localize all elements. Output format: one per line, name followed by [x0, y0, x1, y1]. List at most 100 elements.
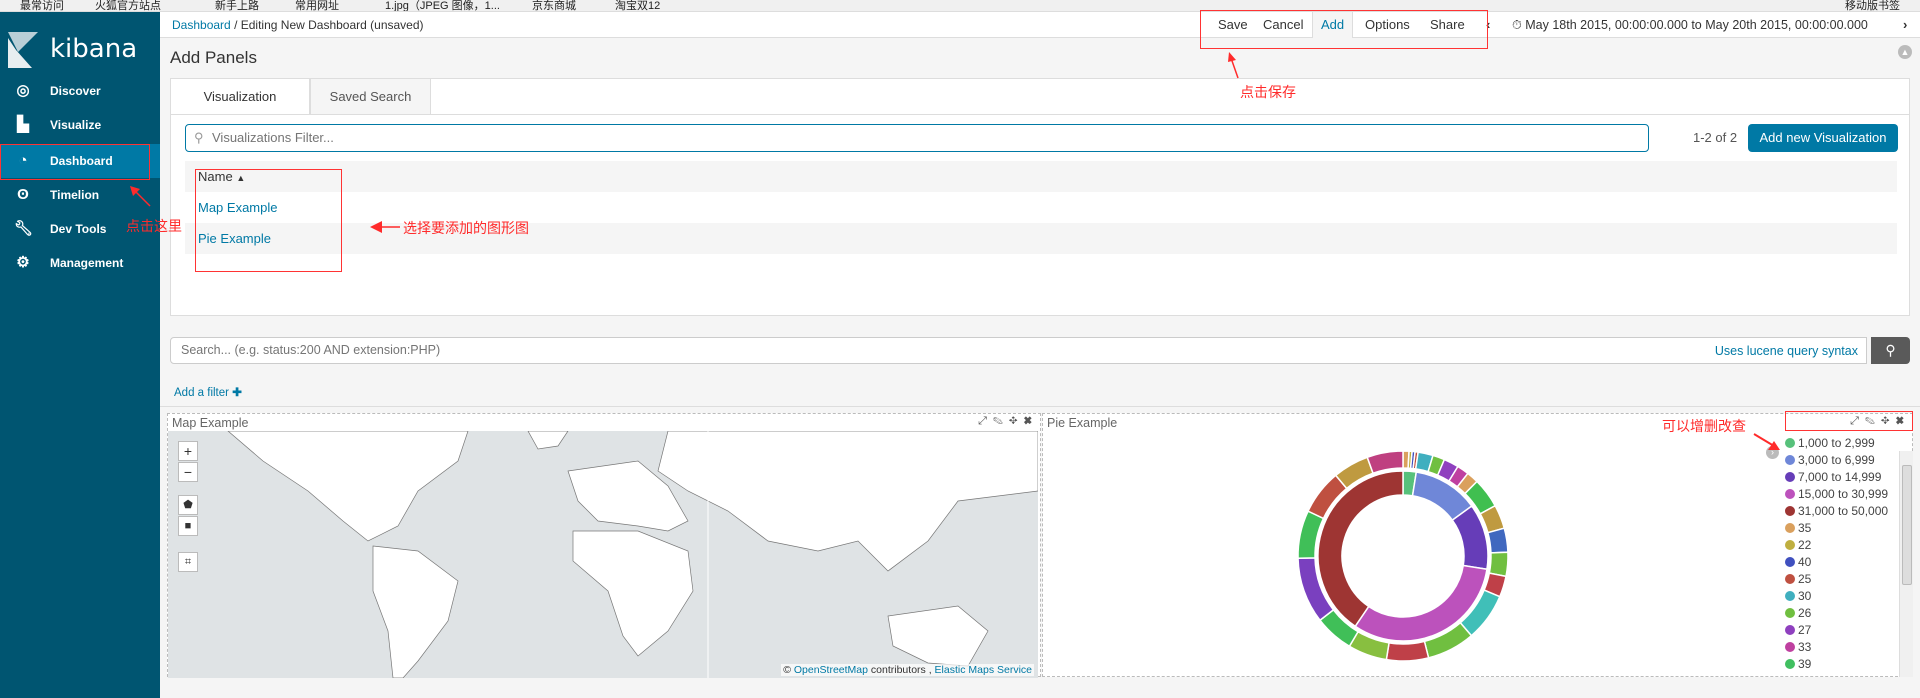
move-icon[interactable]: ✥ [1009, 415, 1024, 427]
result-count: 1-2 of 2 [1693, 130, 1738, 145]
annotation-box [1785, 411, 1913, 431]
draw-polygon-button[interactable]: ⬟ [178, 495, 198, 515]
add-filter-label: Add a filter [174, 387, 229, 399]
panel-title: Map Example [172, 416, 249, 430]
legend-label: 40 [1798, 555, 1812, 569]
annotation-arrow-icon [130, 186, 151, 207]
legend-item[interactable]: 7,000 to 14,999 [1785, 470, 1881, 487]
edit-icon[interactable]: ✎ [993, 415, 1009, 427]
compass-icon: ◎ [16, 82, 30, 99]
annotation-arrow-icon [1228, 52, 1239, 79]
bookmark[interactable]: 新手上路 [215, 0, 259, 11]
legend-item[interactable]: 39 [1785, 657, 1811, 674]
search-button[interactable]: ⚲ [1871, 337, 1910, 364]
breadcrumb-dashboard-link[interactable]: Dashboard [172, 18, 231, 32]
legend-item[interactable]: 35 [1785, 521, 1811, 538]
visualizations-filter[interactable]: ⚲ [185, 124, 1649, 152]
legend-item[interactable]: 3,000 to 6,999 [1785, 453, 1875, 470]
legend-item[interactable]: 31,000 to 50,000 [1785, 504, 1888, 521]
map-attribution: © OpenStreetMap contributors , Elastic M… [781, 664, 1034, 676]
save-hint: 点击保存 [1240, 84, 1296, 100]
legend-dot [1785, 574, 1795, 584]
bookmark[interactable]: 1.jpg（JPEG 图像，1... [385, 0, 500, 11]
annotation-box [0, 144, 150, 180]
legend-item[interactable]: 22 [1785, 538, 1811, 555]
legend-label: 33 [1798, 640, 1812, 654]
square-icon: ■ [184, 520, 192, 532]
sidebar-item-discover[interactable]: ◎ Discover [0, 74, 160, 108]
draw-rectangle-button[interactable]: ■ [178, 516, 198, 536]
sidebar-item-label: Discover [50, 84, 101, 98]
bookmark[interactable]: 移动版书签 [1845, 0, 1900, 11]
sidebar-item-visualize[interactable]: ▙ Visualize [0, 108, 160, 142]
time-picker[interactable]: ⏱ May 18th 2015, 00:00:00.000 to May 20t… [1512, 18, 1868, 33]
add-filter-button[interactable]: Add a filter ✚ [174, 385, 242, 399]
bookmark[interactable]: 常用网址 [295, 0, 339, 11]
legend-label: 39 [1798, 657, 1812, 671]
annotation-arrow-icon [1753, 433, 1780, 450]
bookmark[interactable]: 京东商城 [532, 0, 576, 11]
pie-slice-outer[interactable] [1488, 551, 1509, 578]
legend-scrollbar[interactable] [1899, 451, 1913, 677]
tab-saved-search[interactable]: Saved Search [310, 78, 431, 115]
bear-icon: ʘ [17, 186, 29, 203]
plus-icon: ✚ [232, 387, 242, 399]
legend-item[interactable]: 26 [1785, 606, 1811, 623]
search-icon: ⚲ [1885, 342, 1896, 358]
close-icon[interactable]: ✖ [1024, 415, 1038, 427]
bookmark[interactable]: 最常访问 [20, 0, 64, 11]
expand-icon[interactable]: ⤢ [978, 415, 993, 427]
collapse-up-icon[interactable]: ▲ [1898, 45, 1912, 59]
bookmark[interactable]: 火狐官方站点 [95, 0, 161, 11]
edit-hint: 可以增删改查 [1662, 418, 1746, 434]
legend-item[interactable]: 40 [1785, 555, 1811, 572]
time-range: May 18th 2015, 00:00:00.000 to May 20th … [1525, 18, 1868, 32]
sidebar-item-label: Management [50, 256, 124, 270]
gear-icon: ⚙ [16, 254, 30, 271]
map[interactable]: + − ⬟ ■ ⌗ © OpenStreetMap contributors ,… [168, 430, 1039, 679]
legend-dot [1785, 540, 1795, 550]
legend-item[interactable]: 27 [1785, 623, 1811, 640]
legend-dot [1785, 642, 1795, 652]
sidebar-item-management[interactable]: ⚙ Management [0, 246, 160, 280]
time-forward-button[interactable]: › [1895, 12, 1915, 38]
legend-label: 15,000 to 30,999 [1798, 487, 1889, 501]
legend-item[interactable]: 30 [1785, 589, 1811, 606]
breadcrumb-separator: / [234, 18, 238, 32]
breadcrumb-current: Editing New Dashboard (unsaved) [240, 18, 424, 32]
breadcrumb: Dashboard / Editing New Dashboard (unsav… [172, 18, 424, 32]
fit-bounds-button[interactable]: ⌗ [178, 552, 198, 572]
zoom-in-button[interactable]: + [178, 441, 198, 461]
crop-icon: ⌗ [184, 556, 192, 568]
scrollbar-thumb[interactable] [1902, 465, 1912, 585]
ems-link[interactable]: Elastic Maps Service [935, 664, 1032, 676]
legend-item[interactable]: 33 [1785, 640, 1811, 657]
legend-item[interactable]: 15,000 to 30,999 [1785, 487, 1888, 504]
lucene-syntax-link[interactable]: Uses lucene query syntax [1715, 344, 1858, 358]
pie-slice-outer[interactable] [1385, 640, 1430, 662]
pie-slice-outer[interactable] [1486, 527, 1509, 554]
divider [170, 114, 1910, 115]
query-input[interactable] [181, 343, 1481, 357]
tab-visualization[interactable]: Visualization [170, 78, 310, 115]
bookmark[interactable]: 淘宝双12 [615, 0, 660, 11]
legend-dot [1785, 489, 1795, 499]
osm-link[interactable]: OpenStreetMap [794, 664, 868, 676]
zoom-out-button[interactable]: − [178, 462, 198, 482]
legend-dot [1785, 438, 1795, 448]
map-panel: Map Example ⤢✎✥✖ + − ⬟ ■ ⌗ © OpenStreetM… [167, 413, 1041, 679]
pie-slice-outer[interactable] [1366, 450, 1404, 475]
bar-chart-icon: ▙ [17, 116, 29, 133]
add-new-visualization-button[interactable]: Add new Visualization [1748, 124, 1898, 152]
sidebar-item-label: Visualize [50, 118, 102, 132]
legend-dot [1785, 625, 1795, 635]
legend-item[interactable]: 1,000 to 2,999 [1785, 436, 1875, 453]
pie-chart [1297, 450, 1509, 662]
legend-label: 25 [1798, 572, 1812, 586]
legend-label: 1,000 to 2,999 [1798, 436, 1875, 450]
query-bar[interactable]: Uses lucene query syntax [170, 337, 1867, 364]
legend-item[interactable]: 25 [1785, 572, 1811, 589]
legend-label: 35 [1798, 521, 1812, 535]
table-header[interactable]: Name ▲ [185, 161, 1897, 192]
visualizations-filter-input[interactable] [212, 130, 1612, 145]
